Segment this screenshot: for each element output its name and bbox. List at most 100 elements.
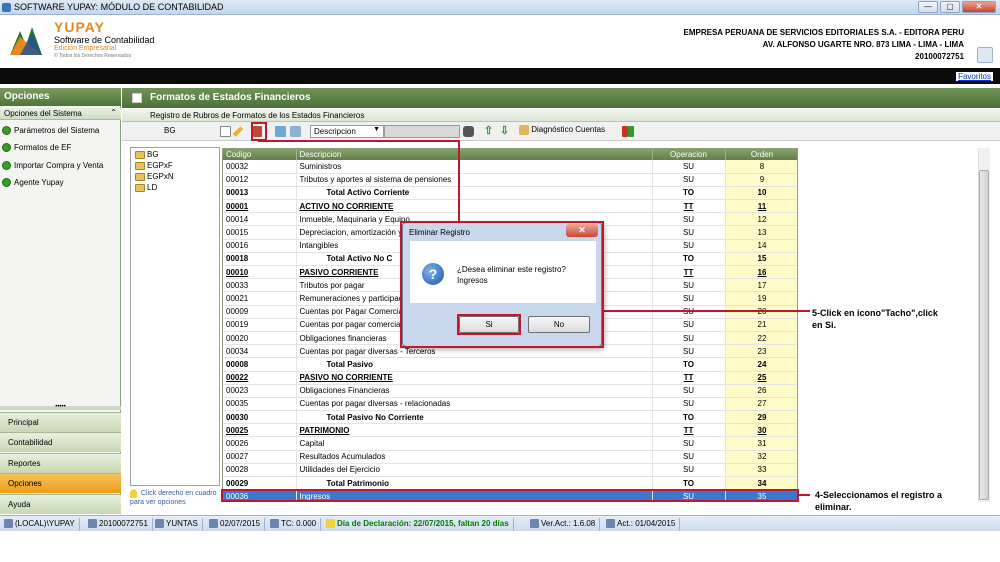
binoculars-icon[interactable] [463,126,474,137]
table-row[interactable]: 00001 ACTIVO NO CORRIENTE TT 11 [223,199,797,214]
table-row[interactable]: 00022 PASIVO NO CORRIENTE TT 25 [223,371,797,385]
cell-descripcion: PATRIMONIO [296,423,653,438]
tree-item-ld[interactable]: LD [135,183,157,192]
panel-icon [132,93,142,103]
table-row[interactable]: 00027 Resultados Acumulados SU 32 [223,450,797,464]
status-ruc-text: 20100072751 [99,519,148,528]
menu-item-importar[interactable]: Importar Compra y Venta [2,161,103,171]
exit-arrow-icon[interactable] [628,126,634,137]
table-row-selected[interactable]: 00036 Ingresos SU 35 [223,489,797,501]
maximize-button[interactable]: ▢ [940,1,960,13]
cell-orden: 19 [725,291,797,306]
arrow-down-icon[interactable]: ⇩ [500,124,509,137]
dialog-close-button[interactable]: ✕ [566,224,598,237]
minimize-button[interactable]: — [918,1,938,13]
tree-item-egpxn[interactable]: EGPxN [135,172,174,181]
table-row[interactable]: 00008 Total Pasivo TO 24 [223,357,797,372]
edit-pencil-icon[interactable] [232,126,244,137]
cell-codigo: 00036 [223,489,297,501]
search-field-combo[interactable]: Descripcion ▼ [310,125,384,138]
table-row[interactable]: 00023 Obligaciones Financieras SU 26 [223,384,797,398]
brand-name: YUPAY [54,19,105,35]
cell-descripcion: Total Activo Corriente [296,186,653,201]
cell-descripcion: Ingresos [296,489,653,501]
cell-descripcion: Resultados Acumulados [296,450,653,464]
cell-descripcion: ACTIVO NO CORRIENTE [296,199,653,214]
nav-principal[interactable]: Principal [0,412,121,432]
col-operacion[interactable]: Operacion [652,149,726,160]
table-row[interactable]: 00025 PATRIMONIO TT 30 [223,423,797,438]
cell-descripcion: Total Pasivo [296,357,653,372]
chevron-down-icon: ▼ [373,126,380,133]
cell-orden: 13 [725,225,797,240]
cell-codigo: 00033 [223,278,297,293]
table-row[interactable]: 00030 Total Pasivo No Corriente TO 29 [223,410,797,425]
cell-descripcion: Capital [296,436,653,451]
search-input[interactable] [384,125,460,138]
cell-orden: 9 [725,173,797,187]
menu-item-agente[interactable]: Agente Yupay [2,178,64,188]
cell-orden: 12 [725,212,797,227]
nav-ayuda[interactable]: Ayuda [0,494,121,514]
cell-operacion: TT [652,371,726,385]
cell-orden: 16 [725,265,797,280]
menu-item-label: Agente Yupay [14,178,64,187]
tree-label: BG [147,150,159,159]
hint-label: Click derecho en cuadro para ver opcione… [130,490,217,506]
yes-button[interactable]: Si [459,316,519,333]
cell-orden: 33 [725,463,797,478]
cell-orden: 25 [725,371,797,385]
favoritos-link[interactable]: Favoritos [956,72,993,81]
table-row[interactable]: 00032 Suministros SU 8 [223,160,797,174]
cell-operacion: SU [652,225,726,240]
nav-contabilidad[interactable]: Contabilidad [0,432,121,452]
cell-operacion: TO [652,186,726,201]
nav-opciones[interactable]: Opciones [0,473,121,493]
cell-codigo: 00016 [223,239,297,253]
company-address: AV. ALFONSO UGARTE NRO. 873 LIMA - LIMA … [762,40,964,49]
tree-item-egpxf[interactable]: EGPxF [135,161,173,170]
table-row[interactable]: 00029 Total Patrimonio TO 34 [223,476,797,491]
close-button[interactable]: ✕ [962,1,996,13]
status-server-text: (LOCAL)\YUPAY [15,519,75,528]
cell-orden: 14 [725,239,797,253]
nav-reportes[interactable]: Reportes [0,453,121,473]
arrow-circle-icon [2,178,11,188]
left-panel: Opciones Opciones del Sistema ⌃ Parámetr… [0,88,121,514]
table-row[interactable]: 00028 Utilidades del Ejercicio SU 33 [223,463,797,478]
splitter-handle[interactable]: ••••• [0,404,121,410]
col-orden[interactable]: Orden [725,149,797,160]
import-icon[interactable] [275,126,286,137]
cell-operacion: TO [652,476,726,491]
cell-operacion: SU [652,173,726,187]
export-icon[interactable] [290,126,301,137]
cell-operacion: SU [652,489,726,501]
cell-codigo: 00034 [223,344,297,359]
diagnostico-button[interactable]: Diagnóstico Cuentas [519,125,605,135]
cell-orden: 23 [725,344,797,359]
table-row[interactable]: 00013 Total Activo Corriente TO 10 [223,186,797,201]
step4-line2: eliminar. [815,502,852,512]
table-row[interactable]: 00035 Cuentas por pagar diversas - relaci… [223,397,797,412]
arrow-up-icon[interactable]: ⇧ [484,124,493,137]
system-options-header[interactable]: Opciones del Sistema ⌃ [0,108,121,120]
yupay-logo-icon [7,22,45,60]
col-descripcion[interactable]: Descripcion [296,149,653,160]
callout-line [799,494,810,496]
format-tree[interactable]: BG EGPxF EGPxN LD [130,147,220,486]
menu-item-formatos-ef[interactable]: Formatos de EF [2,143,71,153]
header-side-button[interactable] [977,47,993,63]
new-icon[interactable] [220,126,231,137]
toolbar: BG Descripcion ▼ ⇧ ⇩ Diagnóstico Cuentas [122,122,1000,141]
table-row[interactable]: 00026 Capital SU 31 [223,436,797,451]
tree-item-bg[interactable]: BG [135,150,159,159]
col-codigo[interactable]: Codigo [223,149,297,160]
collapse-up-icon[interactable]: ⌃ [110,108,117,117]
trash-icon[interactable] [253,126,262,137]
no-button[interactable]: No [528,316,590,333]
cell-codigo: 00020 [223,331,297,346]
calendar-icon [209,519,218,529]
menu-item-parametros[interactable]: Parámetros del Sistema [2,126,99,136]
scrollbar-thumb[interactable] [979,170,989,500]
table-row[interactable]: 00012 Tributos y aportes al sistema de pe… [223,173,797,187]
